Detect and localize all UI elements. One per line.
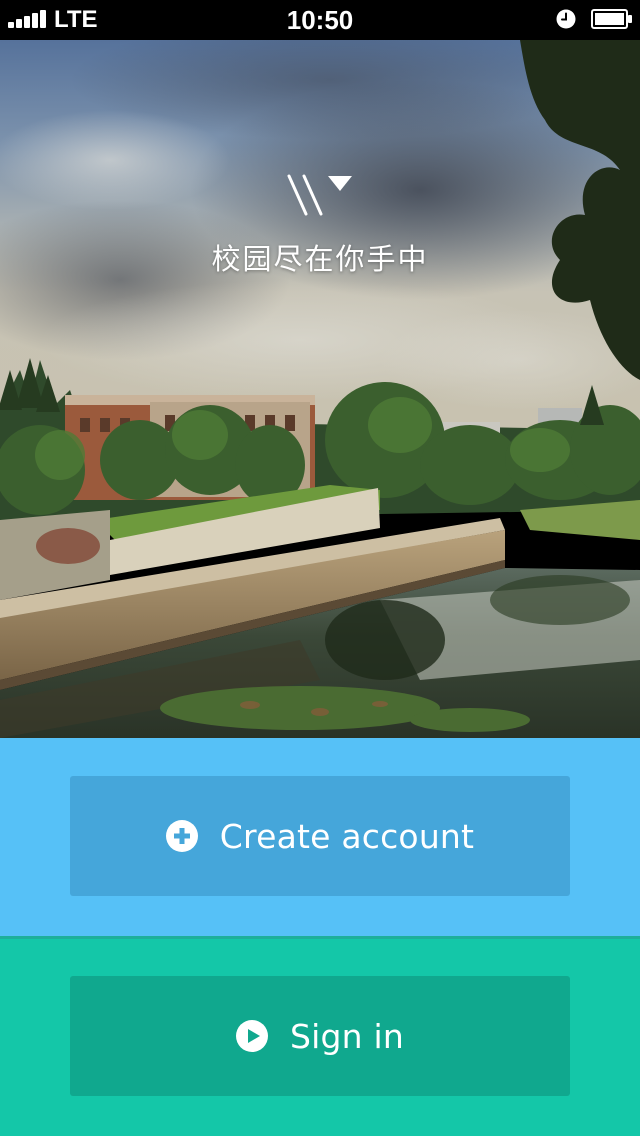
create-account-button[interactable]: Create account — [70, 776, 570, 896]
screen: LTE 10:50 校园尽在你手中 Create account Sign in — [0, 0, 640, 1136]
alarm-icon — [556, 9, 576, 29]
tagline: 校园尽在你手中 — [211, 242, 429, 276]
create-account-label: Create account — [219, 816, 475, 856]
status-time: 10:50 — [286, 5, 354, 35]
status-bar: LTE 10:50 — [0, 0, 640, 40]
sign-in-panel: Sign in — [0, 939, 640, 1136]
campus-scene-illustration — [0, 40, 640, 738]
create-account-panel: Create account — [0, 738, 640, 938]
sign-in-button[interactable]: Sign in — [70, 976, 570, 1096]
hero-campus-photo: 校园尽在你手中 — [0, 40, 640, 738]
sign-in-label: Sign in — [290, 1016, 404, 1056]
play-circle-icon — [236, 1020, 269, 1052]
battery-icon — [591, 9, 632, 29]
app-logo-icon — [287, 174, 352, 216]
plus-circle-icon — [165, 820, 198, 852]
